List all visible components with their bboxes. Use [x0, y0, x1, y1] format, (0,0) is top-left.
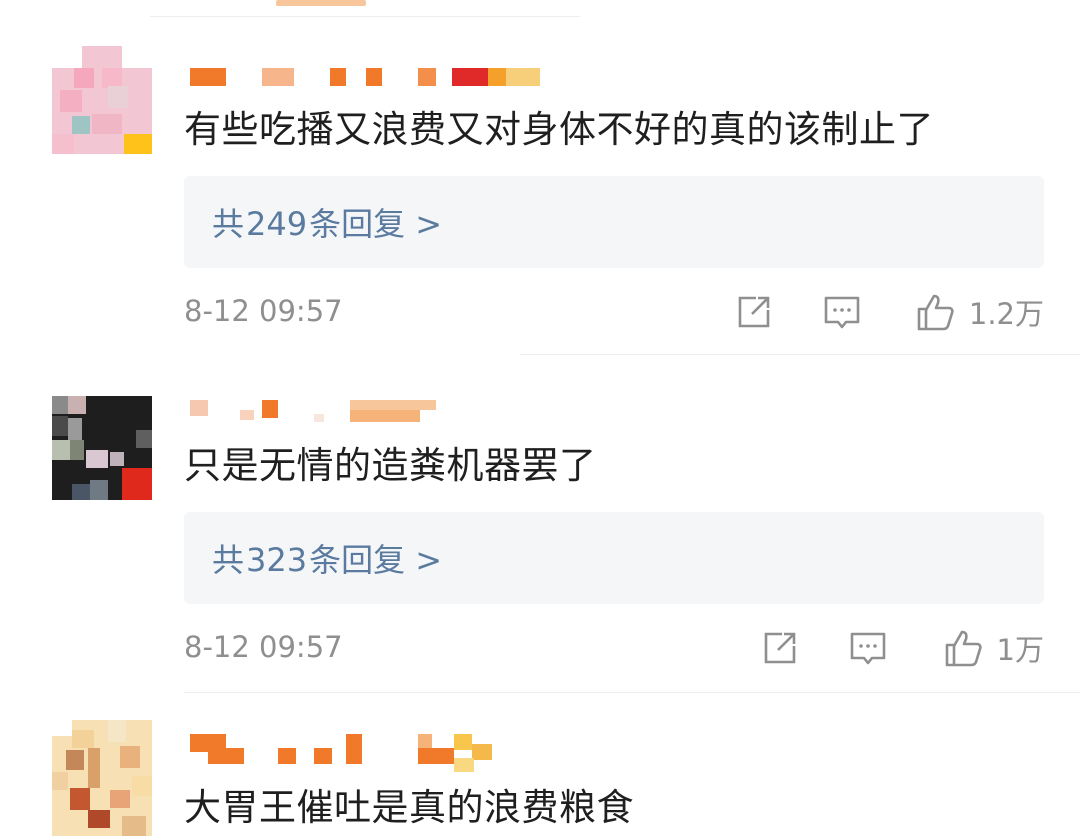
reply-suffix: 条回复 >: [309, 205, 443, 243]
like-icon: [917, 294, 954, 331]
username-pixelated[interactable]: [190, 68, 610, 90]
reply-count: 323: [246, 541, 308, 579]
reply-prefix: 共: [212, 541, 245, 579]
avatar[interactable]: [52, 396, 152, 500]
avatar[interactable]: [52, 720, 152, 836]
timestamp: 8-12 09:57: [184, 630, 343, 664]
header-divider: [150, 16, 580, 17]
username-pixelated[interactable]: [190, 400, 610, 422]
comment-meta: 8-12 09:57 1万: [184, 626, 1044, 670]
like-button[interactable]: 1万: [943, 626, 1044, 670]
replies-box[interactable]: 共249条回复 >: [184, 176, 1044, 268]
reply-count: 249: [246, 205, 308, 243]
view-replies-link[interactable]: 共249条回复 >: [212, 199, 442, 245]
comment-meta: 8-12 09:57 1.2万: [184, 290, 1044, 334]
comment-text: 有些吃播又浪费又对身体不好的真的该制止了: [184, 108, 934, 151]
like-count: 1万: [996, 633, 1044, 667]
view-replies-link[interactable]: 共323条回复 >: [212, 535, 442, 581]
like-icon: [945, 630, 982, 667]
like-count: 1.2万: [968, 297, 1044, 331]
like-button[interactable]: 1.2万: [915, 290, 1044, 334]
repost-icon[interactable]: [760, 628, 800, 668]
comment-divider: [520, 354, 1080, 355]
comment-icon[interactable]: [822, 292, 862, 332]
reply-prefix: 共: [212, 205, 245, 243]
avatar[interactable]: [52, 46, 152, 154]
repost-icon[interactable]: [734, 292, 774, 332]
reply-suffix: 条回复 >: [309, 541, 443, 579]
username-pixelated[interactable]: [190, 734, 610, 774]
comment-icon[interactable]: [848, 628, 888, 668]
comment-text: 只是无情的造粪机器罢了: [184, 444, 597, 487]
timestamp: 8-12 09:57: [184, 294, 343, 328]
comment-text: 大胃王催吐是真的浪费粮食: [184, 786, 634, 829]
replies-box[interactable]: 共323条回复 >: [184, 512, 1044, 604]
header-tab-indicator: [276, 0, 366, 6]
comment-divider: [184, 692, 1080, 693]
